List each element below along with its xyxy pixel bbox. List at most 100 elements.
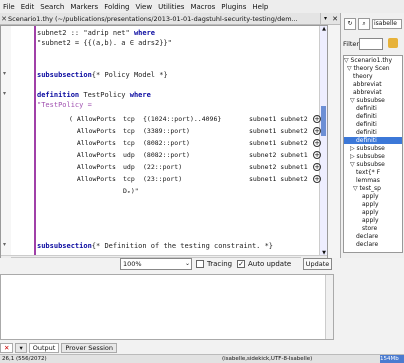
policy-cell: (3389::port) — [143, 127, 190, 135]
auto-update-label: Auto update — [248, 260, 292, 268]
oplus-icon: + — [313, 163, 321, 171]
clear-filter-icon[interactable] — [388, 38, 398, 48]
tree-item[interactable]: ▷ subsubse — [350, 153, 385, 160]
file-tab[interactable]: ✕ Scenario1.thy (~/publications/presenta… — [0, 12, 340, 25]
code-token: definition — [37, 91, 80, 99]
close-file-icon[interactable]: ✕ — [0, 15, 8, 23]
code-line: "subnet2 = {{(a,b). a ∈ adrs2}}" — [37, 38, 172, 48]
policy-cell: subnet1 subnet2 — [249, 139, 308, 147]
policy-cell: (22::port) — [143, 163, 183, 171]
oplus-icon: + — [313, 139, 321, 147]
tree-item[interactable]: definiti — [356, 113, 377, 120]
menu-search[interactable]: Search — [40, 3, 64, 11]
code-token: TestPolicy — [79, 91, 130, 99]
tree-item[interactable]: theory — [353, 73, 373, 80]
code-token: {* Definition of the testing constraint.… — [91, 242, 274, 250]
fold-marker[interactable]: ▾ — [3, 90, 6, 97]
status-bar: 26,1 (556/2072) (isabelle,sidekick,UTF-8… — [0, 354, 404, 363]
menu-plugins[interactable]: Plugins — [221, 3, 246, 11]
parser-select[interactable]: isabelle — [372, 19, 402, 29]
tree-item[interactable]: ▽ subsubse — [350, 97, 385, 104]
tree-item[interactable]: abbreviat — [353, 89, 382, 96]
menu-macros[interactable]: Macros — [190, 3, 215, 11]
fold-marker[interactable]: ▾ — [3, 70, 6, 77]
filter-input[interactable] — [359, 38, 383, 50]
tree-item[interactable]: store — [362, 225, 377, 232]
code-token: subsubsection — [37, 242, 92, 250]
menu-file[interactable]: File — [3, 3, 15, 11]
fold-marker[interactable]: ▾ — [3, 241, 6, 248]
menu-markers[interactable]: Markers — [70, 3, 98, 11]
zoom-value: 100% — [123, 260, 142, 268]
close-tab-icon[interactable]: ✕ — [330, 13, 340, 25]
tree-item[interactable]: lemmas — [356, 177, 380, 184]
tracing-checkbox[interactable] — [196, 260, 204, 268]
code-line: "TestPolicy = — [37, 100, 92, 110]
error-bar — [34, 26, 36, 258]
policy-cell: subnet2 subnet1 — [249, 151, 308, 159]
tree-item[interactable]: ▽ test_sp — [353, 185, 381, 192]
tree-item[interactable]: definiti — [356, 105, 377, 112]
dock-menu-icon[interactable]: ▾ — [15, 342, 27, 353]
tree-item[interactable]: declare — [356, 241, 378, 248]
code-token: where — [133, 29, 156, 37]
scroll-up-icon[interactable]: ▲ — [320, 26, 327, 34]
chevron-down-icon[interactable]: ⌄ — [185, 259, 190, 269]
file-tab-title[interactable]: Scenario1.thy (~/publications/presentati… — [8, 15, 320, 23]
update-button[interactable]: Update — [303, 258, 332, 270]
tree-item[interactable]: apply — [362, 217, 379, 224]
tree-item[interactable]: abbreviat — [353, 81, 382, 88]
sidekick-toolbar: ↻ ⌕ isabelle — [341, 13, 404, 35]
menu-utilities[interactable]: Utilities — [158, 3, 184, 11]
tree-item[interactable]: ▷ subsubse — [350, 145, 385, 152]
oplus-icon: + — [313, 127, 321, 135]
auto-update-checkbox[interactable]: ✓ — [237, 260, 245, 268]
tree-item[interactable]: definiti — [356, 121, 377, 128]
tree-item[interactable]: apply — [362, 209, 379, 216]
caret-position: 26,1 (556/2072) — [2, 356, 47, 362]
tree-item[interactable]: apply — [362, 193, 379, 200]
policy-cell: tcp — [123, 175, 135, 183]
memory-indicator[interactable]: 154Mb — [380, 355, 404, 363]
tree-item[interactable]: declare — [356, 233, 378, 240]
search-icon[interactable]: ⌕ — [358, 18, 370, 30]
close-dock-icon[interactable]: ✕ — [0, 342, 14, 353]
tree-item[interactable]: ▽ Scenario1.thy — [344, 57, 392, 64]
policy-cell: AllowPorts — [69, 127, 116, 135]
tree-item[interactable]: apply — [362, 201, 379, 208]
tree-item[interactable]: definiti — [344, 137, 402, 144]
oplus-icon: + — [313, 175, 321, 183]
output-vertical-scrollbar[interactable] — [325, 275, 333, 339]
policy-cell: (23::port) — [143, 175, 183, 183]
tree-item[interactable]: definiti — [356, 129, 377, 136]
policy-cell: subnet2 subnet1 — [249, 163, 308, 171]
tree-item[interactable]: text{* F — [356, 169, 380, 176]
menu-edit[interactable]: Edit — [21, 3, 35, 11]
menu-bar: File Edit Search Markers Folding View Utilitie… — [0, 0, 404, 13]
tab-prover-session[interactable]: Prover Session — [61, 342, 118, 353]
policy-cell: (8082::port) — [143, 139, 190, 147]
buffer-mode: (isabelle,sidekick,UTF-8-Isabelle) — [222, 356, 313, 362]
policy-closing: Dₑ)" — [123, 187, 139, 195]
menu-help[interactable]: Help — [252, 3, 268, 11]
policy-cell: AllowPorts — [69, 151, 116, 159]
code-token: "TestPolicy = — [37, 101, 92, 109]
tree-item[interactable]: ▽ subsubse — [350, 161, 385, 168]
text-editor[interactable]: ▾ ▾ ▾ ▲ ▼ subnet2 :: "adrip net" where "s… — [0, 25, 328, 263]
reparse-button[interactable]: ↻ — [344, 18, 356, 30]
editor-scroll-thumb[interactable] — [321, 106, 326, 136]
code-token: where — [129, 91, 151, 99]
tracing-label: Tracing — [207, 260, 233, 268]
tree-item[interactable]: ▽ theory Scen — [347, 65, 390, 72]
menu-folding[interactable]: Folding — [104, 3, 129, 11]
code-token: net" — [108, 29, 134, 37]
menu-view[interactable]: View — [135, 3, 152, 11]
policy-cell: AllowPorts — [69, 175, 116, 183]
zoom-select[interactable]: 100% ⌄ — [120, 258, 192, 270]
policy-cell: tcp — [123, 139, 135, 147]
code-token: ip — [100, 29, 109, 37]
outline-tree[interactable]: ▽ Scenario1.thy ▽ theory Scen theory abbrev… — [343, 55, 403, 253]
tab-list-dropdown[interactable]: ▾ — [320, 12, 330, 25]
tab-output[interactable]: Output — [28, 342, 60, 353]
output-text-area[interactable] — [0, 274, 334, 340]
